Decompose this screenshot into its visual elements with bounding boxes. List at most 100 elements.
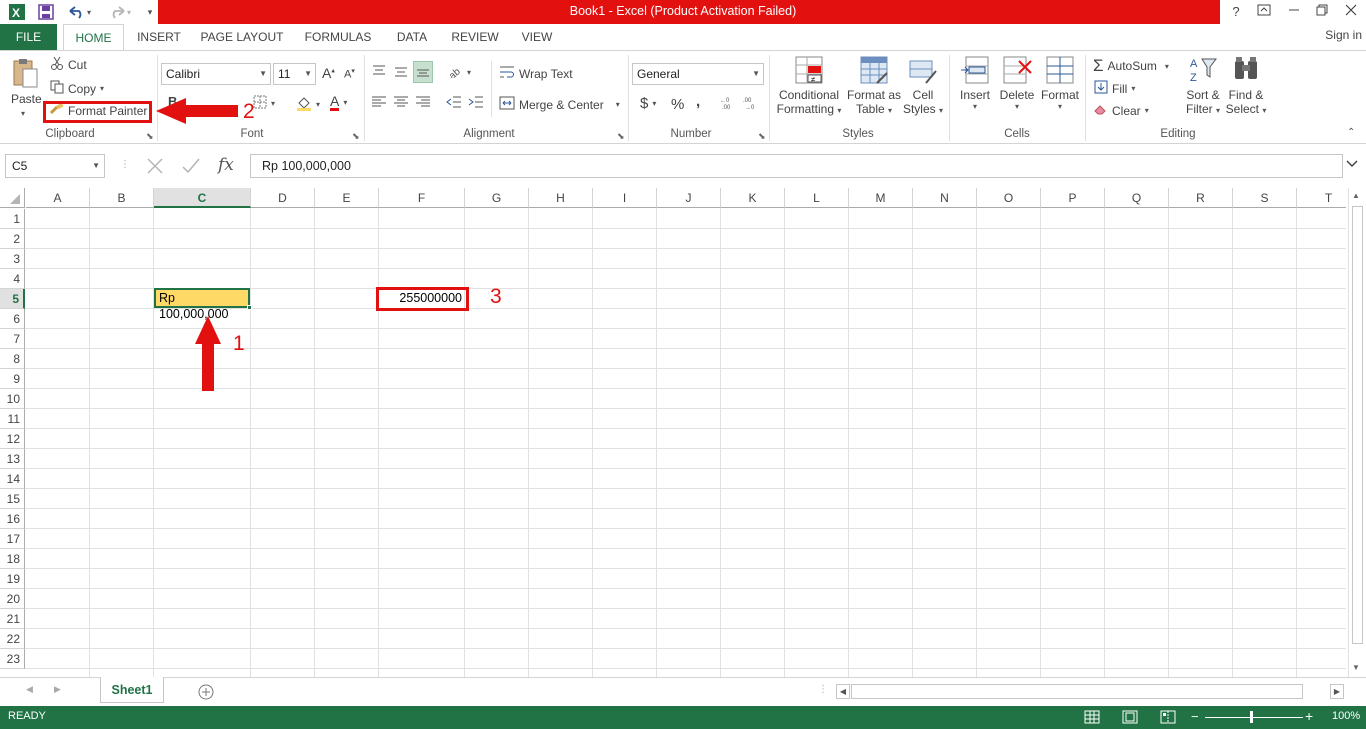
column-header-i[interactable]: I [593,188,657,208]
scroll-up-icon[interactable]: ▲ [1352,191,1360,200]
insert-cells-button[interactable]: Insert ▾ [955,55,995,111]
number-launcher-icon[interactable]: ⬊ [758,131,766,142]
row-header-4[interactable]: 4 [0,269,25,289]
row-header-19[interactable]: 19 [0,569,25,589]
font-color-button[interactable]: A ▾ [330,94,347,111]
horizontal-scroll-thumb[interactable] [851,684,1303,699]
format-cells-button[interactable]: Format ▾ [1039,55,1081,111]
row-header-14[interactable]: 14 [0,469,25,489]
fill-dropdown-icon[interactable]: ▾ [1131,84,1135,93]
column-header-p[interactable]: P [1041,188,1105,208]
sheet-next-icon[interactable]: ▶ [54,684,61,695]
column-header-b[interactable]: B [90,188,154,208]
page-layout-view-icon[interactable] [1122,709,1138,728]
cut-button[interactable]: Cut [50,56,87,73]
format-dropdown-icon[interactable]: ▾ [1058,102,1062,111]
copy-button[interactable]: Copy ▾ [50,80,104,97]
row-header-20[interactable]: 20 [0,589,25,609]
row-header-1[interactable]: 1 [0,209,25,229]
clear-dropdown-icon[interactable]: ▾ [1145,106,1149,115]
tab-formulas[interactable]: FORMULAS [300,24,376,50]
column-header-t[interactable]: T [1297,188,1346,208]
row-header-5[interactable]: 5 [0,289,25,309]
row-header-3[interactable]: 3 [0,249,25,269]
delete-dropdown-icon[interactable]: ▾ [1015,102,1019,111]
minimize-button[interactable] [1279,2,1309,22]
close-button[interactable] [1336,2,1366,22]
vertical-scrollbar[interactable]: ▲ ▼ [1348,188,1366,677]
orientation-dropdown-icon[interactable]: ▾ [467,68,471,77]
insert-function-icon[interactable]: fx [218,155,234,175]
row-header-17[interactable]: 17 [0,529,25,549]
zoom-slider[interactable] [1205,717,1303,718]
copy-dropdown-icon[interactable]: ▾ [100,84,104,93]
zoom-slider-thumb[interactable] [1250,711,1253,723]
row-header-8[interactable]: 8 [0,349,25,369]
column-header-o[interactable]: O [977,188,1041,208]
column-header-r[interactable]: R [1169,188,1233,208]
paste-dropdown-icon[interactable]: ▾ [21,109,25,118]
fill-handle[interactable] [247,305,252,310]
autosum-button[interactable]: Σ AutoSum ▾ [1093,56,1169,76]
align-left-button[interactable] [371,96,387,111]
restore-button[interactable] [1307,2,1337,22]
align-top-button[interactable] [371,64,387,81]
row-header-22[interactable]: 22 [0,629,25,649]
font-color-dropdown-icon[interactable]: ▾ [343,98,347,107]
grow-font-button[interactable]: A▴ [322,65,335,81]
align-bottom-button[interactable] [413,61,433,83]
row-header-16[interactable]: 16 [0,509,25,529]
row-header-10[interactable]: 10 [0,389,25,409]
sheet-prev-icon[interactable]: ◀ [26,684,33,695]
alignment-launcher-icon[interactable]: ⬊ [617,131,625,142]
shrink-font-button[interactable]: A▾ [344,67,355,81]
row-header-18[interactable]: 18 [0,549,25,569]
help-button[interactable]: ? [1221,2,1251,22]
format-as-table-button[interactable]: Format as Table ▾ [845,55,903,116]
align-middle-button[interactable] [393,64,409,81]
tab-review[interactable]: REVIEW [447,24,503,50]
align-right-button[interactable] [415,96,431,111]
number-format-combo[interactable]: General ▼ [632,63,764,85]
borders-button[interactable]: ▾ [253,95,275,112]
sheet-tab-sheet1[interactable]: Sheet1 [100,677,164,703]
page-break-preview-icon[interactable] [1160,709,1176,728]
orientation-button[interactable]: ab ▾ [447,64,471,82]
cell-c5[interactable]: Rp 100,000,000 [154,288,250,321]
row-header-15[interactable]: 15 [0,489,25,509]
merge-center-button[interactable]: Merge & Center ▾ [499,96,620,113]
scroll-left-icon[interactable]: ◀ [836,684,850,699]
column-header-l[interactable]: L [785,188,849,208]
ribbon-display-options-icon[interactable] [1249,2,1279,22]
conditional-formatting-button[interactable]: ≠ Conditional Formatting ▾ [774,55,844,116]
column-header-a[interactable]: A [26,188,90,208]
font-size-combo[interactable]: 11 ▼ [273,63,316,85]
row-header-6[interactable]: 6 [0,309,25,329]
row-header-2[interactable]: 2 [0,229,25,249]
column-header-c[interactable]: C [154,188,251,208]
tab-file[interactable]: FILE [0,24,57,50]
tab-view[interactable]: VIEW [515,24,559,50]
fill-color-button[interactable]: ▾ [296,95,320,114]
row-header-21[interactable]: 21 [0,609,25,629]
merge-dropdown-icon[interactable]: ▾ [616,100,620,109]
tab-split-handle-icon[interactable]: ⋮ [818,684,828,695]
column-header-g[interactable]: G [465,188,529,208]
cell-styles-button[interactable]: Cell Styles ▾ [902,55,944,116]
clipboard-launcher-icon[interactable]: ⬊ [146,131,154,142]
increase-decimal-button[interactable]: ←0.00 [720,96,738,113]
worksheet-grid[interactable]: ABCDEFGHIJKLMNOPQRST 1 2 3 4 5 6 7 8 9 10 11 12 13 14… [0,188,1346,677]
autosum-dropdown-icon[interactable]: ▾ [1165,62,1169,71]
font-launcher-icon[interactable]: ⬊ [352,131,360,142]
tab-insert[interactable]: INSERT [132,24,186,50]
wrap-text-button[interactable]: Wrap Text [499,65,573,82]
column-header-h[interactable]: H [529,188,593,208]
column-header-e[interactable]: E [315,188,379,208]
percent-style-button[interactable]: % [671,96,684,113]
accounting-format-button[interactable]: $ ▾ [640,95,656,112]
fill-button[interactable]: Fill ▾ [1094,80,1135,97]
row-header-23[interactable]: 23 [0,649,25,669]
new-sheet-icon[interactable] [198,684,214,703]
delete-cells-button[interactable]: Delete ▾ [997,55,1037,111]
increase-indent-button[interactable] [468,96,484,111]
